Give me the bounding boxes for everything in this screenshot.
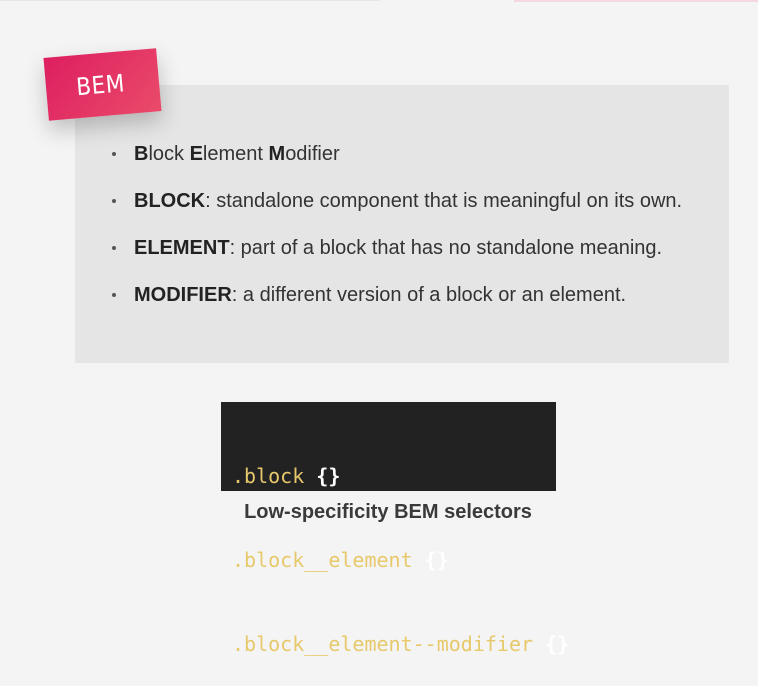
text-fragment: odifier xyxy=(285,143,340,165)
list-item: BLOCK: standalone component that is mean… xyxy=(108,188,718,235)
definition-element: : part of a block that has no standalone… xyxy=(229,237,663,259)
code-caption: Low-specificity BEM selectors xyxy=(244,501,532,523)
code-line: .block {} xyxy=(232,462,556,490)
css-selector: .block__element xyxy=(232,548,413,572)
bullet-icon xyxy=(112,152,116,156)
text-fragment: lement xyxy=(202,143,269,165)
css-selector: .block__element--modifier xyxy=(232,632,534,656)
top-divider-left xyxy=(0,0,380,1)
code-line: .block__element--modifier {} xyxy=(232,630,569,658)
text-fragment: lock xyxy=(148,143,190,165)
list-item: Block Element Modifier xyxy=(108,141,718,188)
top-divider-right xyxy=(514,0,758,2)
bold-letter-b: B xyxy=(134,143,149,165)
bold-letter-m: M xyxy=(268,143,286,165)
term-element: ELEMENT xyxy=(134,237,230,259)
term-block: BLOCK xyxy=(134,190,206,212)
code-snippet: .block {} .block__element {} .block__ele… xyxy=(221,402,569,656)
definition-block: : standalone component that is meaningfu… xyxy=(205,190,683,212)
css-braces: {} xyxy=(424,548,449,572)
list-item: MODIFIER: a different version of a block… xyxy=(108,282,718,329)
css-braces: {} xyxy=(545,632,570,656)
definition-modifier: : a different version of a block or an e… xyxy=(231,284,627,306)
css-selector: .block xyxy=(232,464,305,488)
bem-badge: BEM xyxy=(43,48,162,121)
css-braces: {} xyxy=(316,464,341,488)
badge-label: BEM xyxy=(75,68,126,101)
list-item: ELEMENT: part of a block that has no sta… xyxy=(108,235,718,282)
code-line: .block__element {} xyxy=(232,546,556,574)
bold-letter-e: E xyxy=(189,143,203,165)
bem-definition-list: Block Element Modifier BLOCK: standalone… xyxy=(108,141,718,329)
bullet-icon xyxy=(112,246,116,250)
term-modifier: MODIFIER xyxy=(134,284,232,306)
bullet-icon xyxy=(112,199,116,203)
bullet-icon xyxy=(112,293,116,297)
